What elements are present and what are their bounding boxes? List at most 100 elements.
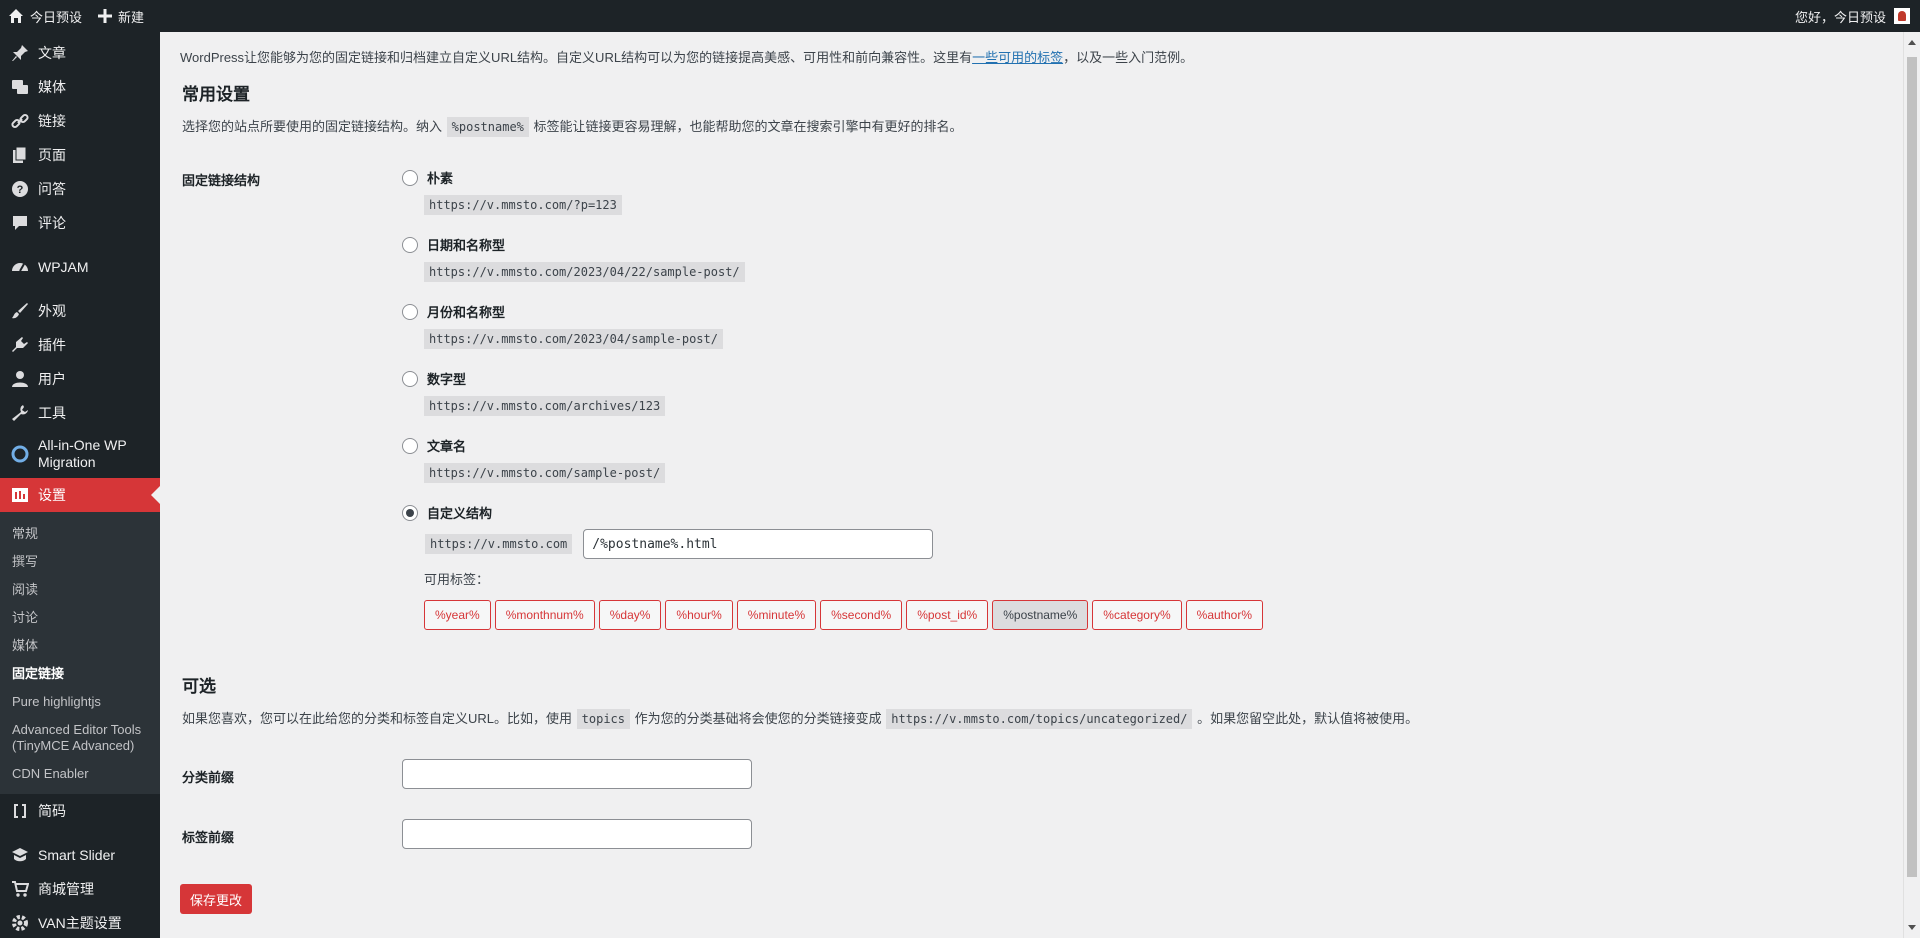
settings-submenu: 常规 撰写 阅读 讨论 媒体 固定链接 Pure highlightjs Adv… [0,512,160,794]
menu-label: 设置 [38,487,66,503]
common-settings-desc: 选择您的站点所要使用的固定链接结构。纳入 %postname% 标签能让链接更容… [182,116,963,137]
option-label: 数字型 [427,372,467,387]
scroll-down-icon[interactable] [1908,925,1916,930]
submenu-writing[interactable]: 撰写 [0,548,160,576]
menu-label: 外观 [38,303,66,319]
radio-plain[interactable]: 朴素 [402,168,623,187]
menu-van-theme[interactable]: VAN主题设置 [0,906,160,938]
tag-button-postname[interactable]: %postname% [992,600,1089,630]
topics-code: topics [576,709,630,729]
submenu-pure-highlightjs[interactable]: Pure highlightjs [0,688,160,716]
scroll-up-icon[interactable] [1908,40,1916,45]
radio-circle[interactable] [402,370,418,387]
menu-migration[interactable]: All-in-One WP Migration [0,430,160,478]
scrollbar-thumb[interactable] [1907,57,1917,877]
tag-button-post-id[interactable]: %post_id% [906,600,989,630]
custom-base-url: https://v.mmsto.com [425,534,573,554]
menu-pages[interactable]: 页面 [0,138,160,172]
category-base-input[interactable] [402,759,752,789]
option-label: 自定义结构 [427,506,493,521]
comment-icon [10,213,30,233]
option-label: 日期和名称型 [427,238,506,253]
tag-base-label: 标签前缀 [182,830,235,845]
save-changes-button[interactable]: 保存更改 [180,884,253,914]
settings-icon [10,485,30,505]
postname-code: %postname% [446,117,529,137]
radio-circle[interactable] [402,236,418,253]
menu-qa[interactable]: ? 问答 [0,172,160,206]
tag-button-second[interactable]: %second% [820,600,903,630]
menu-shop[interactable]: 商城管理 [0,872,160,906]
menu-label: 文章 [38,45,66,61]
account-menu[interactable]: 您好，今日预设 [1787,0,1920,32]
available-tags: %year% %monthnum% %day% %hour% %minute% … [424,600,1267,630]
tag-button-hour[interactable]: %hour% [665,600,733,630]
option-day-name: 日期和名称型 https://v.mmsto.com/2023/04/22/sa… [402,235,746,282]
radio-numeric[interactable]: 数字型 [402,369,666,388]
menu-appearance[interactable]: 外观 [0,294,160,328]
tag-button-day[interactable]: %day% [598,600,662,630]
menu-label: All-in-One WP Migration [38,437,127,470]
example-url-code: https://v.mmsto.com/topics/uncategorized… [886,709,1193,729]
menu-shortcode[interactable]: 简码 [0,794,160,828]
intro-text-after: ，以及一些入门范例。 [1063,50,1194,65]
cart-icon [10,879,30,899]
menu-posts[interactable]: 文章 [0,36,160,70]
new-content-button[interactable]: 新建 [90,0,152,32]
available-tags-label: 可用标签： [424,572,490,587]
optional-title: 可选 [182,677,216,696]
radio-circle[interactable] [402,504,418,521]
optional-desc: 如果您喜欢，您可以在此给您的分类和标签自定义URL。比如，使用 topics 作… [182,708,1418,729]
user-icon [10,369,30,389]
submenu-reading[interactable]: 阅读 [0,576,160,604]
submenu-advanced-editor-tools[interactable]: Advanced Editor Tools (TinyMCE Advanced) [0,716,160,760]
tag-button-year[interactable]: %year% [424,600,491,630]
option-plain: 朴素 https://v.mmsto.com/?p=123 [402,168,623,215]
custom-structure-input[interactable]: /%postname%.html [583,529,934,559]
radio-circle[interactable] [402,169,418,186]
menu-settings[interactable]: 设置 [0,478,160,512]
radio-post-name[interactable]: 文章名 [402,436,666,455]
option-label: 文章名 [427,439,467,454]
menu-smart-slider[interactable]: Smart Slider [0,838,160,872]
menu-links[interactable]: 链接 [0,104,160,138]
menu-label: 商城管理 [38,881,94,897]
radio-month-name[interactable]: 月份和名称型 [402,302,724,321]
menu-label: 问答 [38,181,66,197]
menu-label: 页面 [38,147,66,163]
submenu-media[interactable]: 媒体 [0,632,160,660]
tag-button-category[interactable]: %category% [1092,600,1182,630]
desc-text: 作为您的分类基础将会使您的分类链接变成 [634,711,882,726]
tag-button-author[interactable]: %author% [1185,600,1264,630]
menu-wpjam[interactable]: WPJAM [0,250,160,284]
option-url: https://v.mmsto.com/2023/04/22/sample-po… [424,262,745,282]
available-tags-link[interactable]: 一些可用的标签 [972,50,1063,65]
menu-tools[interactable]: 工具 [0,396,160,430]
option-custom: 自定义结构 https://v.mmsto.com /%postname%.ht… [402,503,1267,630]
radio-custom[interactable]: 自定义结构 [402,503,1267,522]
menu-users[interactable]: 用户 [0,362,160,396]
radio-day-name[interactable]: 日期和名称型 [402,235,746,254]
menu-label: 链接 [38,113,66,129]
menu-plugins[interactable]: 插件 [0,328,160,362]
tag-button-minute[interactable]: %minute% [736,600,817,630]
radio-circle[interactable] [402,437,418,454]
site-name-link[interactable]: 今日预设 [0,0,90,32]
tag-button-monthnum[interactable]: %monthnum% [494,600,595,630]
submenu-permalinks[interactable]: 固定链接 [0,660,160,688]
desc-text: 标签能让链接更容易理解，也能帮助您的文章在搜索引擎中有更好的排名。 [533,119,963,134]
wrench-icon [10,403,30,423]
page-scrollbar[interactable] [1903,32,1920,938]
radio-circle[interactable] [402,303,418,320]
tag-base-input[interactable] [402,819,752,849]
menu-comments[interactable]: 评论 [0,206,160,240]
gear-icon [10,913,30,933]
menu-media[interactable]: 媒体 [0,70,160,104]
submenu-discussion[interactable]: 讨论 [0,604,160,632]
intro-text-before: WordPress让您能够为您的固定链接和归档建立自定义URL结构。自定义URL… [180,50,973,65]
submenu-cdn-enabler[interactable]: CDN Enabler [0,760,160,788]
option-label: 朴素 [427,171,454,186]
permalink-structure-label: 固定链接结构 [182,173,261,188]
menu-label: 评论 [38,215,66,231]
submenu-general[interactable]: 常规 [0,520,160,548]
